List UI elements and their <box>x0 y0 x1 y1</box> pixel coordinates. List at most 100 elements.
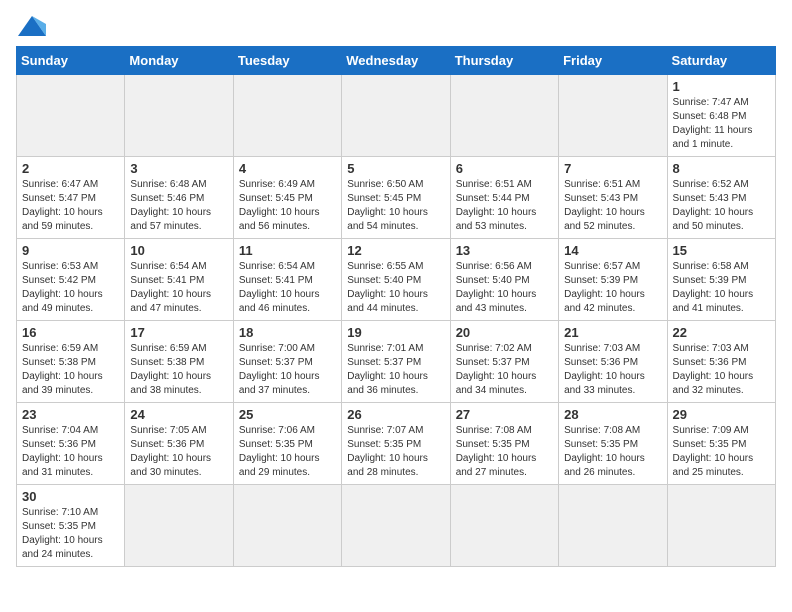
calendar-day-cell <box>125 75 233 157</box>
day-info: Sunrise: 6:56 AM Sunset: 5:40 PM Dayligh… <box>456 260 553 316</box>
calendar-day-cell: 29 Sunrise: 7:09 AM Sunset: 5:35 PM Dayli… <box>667 403 775 485</box>
calendar-day-cell: 22Sunrise: 7:03 AM Sunset: 5:36 PM Dayli… <box>667 321 775 403</box>
calendar-day-cell: 3Sunrise: 6:48 AM Sunset: 5:46 PM Daylig… <box>125 157 233 239</box>
day-info: Sunrise: 6:58 AM Sunset: 5:39 PM Dayligh… <box>673 260 770 316</box>
calendar-day-cell: 11 Sunrise: 6:54 AM Sunset: 5:41 PM Dayli… <box>233 239 341 321</box>
calendar-day-cell: 4Sunrise: 6:49 AM Sunset: 5:45 PM Daylig… <box>233 157 341 239</box>
day-number: 21 <box>564 325 661 340</box>
day-number: 25 <box>239 407 336 422</box>
day-number: 26 <box>347 407 444 422</box>
day-of-week-header: Tuesday <box>233 47 341 75</box>
day-info: Sunrise: 6:55 AM Sunset: 5:40 PM Dayligh… <box>347 260 444 316</box>
calendar-day-cell: 16 Sunrise: 6:59 AM Sunset: 5:38 PM Dayli… <box>17 321 125 403</box>
day-info: Sunrise: 7:09 AM Sunset: 5:35 PM Dayligh… <box>673 424 770 480</box>
day-number: 27 <box>456 407 553 422</box>
day-number: 28 <box>564 407 661 422</box>
calendar-table: SundayMondayTuesdayWednesdayThursdayFrid… <box>16 46 776 567</box>
day-info: Sunrise: 7:00 AM Sunset: 5:37 PM Dayligh… <box>239 342 336 398</box>
day-number: 23 <box>22 407 119 422</box>
day-number: 3 <box>130 161 227 176</box>
logo-icon <box>18 16 46 36</box>
day-number: 30 <box>22 489 119 504</box>
calendar-week-row: 16 Sunrise: 6:59 AM Sunset: 5:38 PM Dayli… <box>17 321 776 403</box>
calendar-day-cell: 13Sunrise: 6:56 AM Sunset: 5:40 PM Dayli… <box>450 239 558 321</box>
calendar-day-cell: 14 Sunrise: 6:57 AM Sunset: 5:39 PM Dayli… <box>559 239 667 321</box>
day-info: Sunrise: 6:54 AM Sunset: 5:41 PM Dayligh… <box>239 260 336 316</box>
calendar-day-cell: 30Sunrise: 7:10 AM Sunset: 5:35 PM Dayli… <box>17 485 125 567</box>
calendar-day-cell <box>450 485 558 567</box>
day-of-week-header: Monday <box>125 47 233 75</box>
calendar-day-cell: 8 Sunrise: 6:52 AM Sunset: 5:43 PM Daylig… <box>667 157 775 239</box>
calendar-day-cell <box>559 75 667 157</box>
calendar-day-cell <box>342 75 450 157</box>
calendar-day-cell: 21Sunrise: 7:03 AM Sunset: 5:36 PM Dayli… <box>559 321 667 403</box>
day-number: 11 <box>239 243 336 258</box>
day-number: 16 <box>22 325 119 340</box>
day-info: Sunrise: 7:47 AM Sunset: 6:48 PM Dayligh… <box>673 96 770 152</box>
day-number: 2 <box>22 161 119 176</box>
day-info: Sunrise: 6:51 AM Sunset: 5:43 PM Dayligh… <box>564 178 661 234</box>
day-of-week-header: Saturday <box>667 47 775 75</box>
day-number: 4 <box>239 161 336 176</box>
day-info: Sunrise: 7:08 AM Sunset: 5:35 PM Dayligh… <box>564 424 661 480</box>
day-info: Sunrise: 6:51 AM Sunset: 5:44 PM Dayligh… <box>456 178 553 234</box>
calendar-day-cell <box>125 485 233 567</box>
day-number: 1 <box>673 79 770 94</box>
calendar-day-cell <box>233 75 341 157</box>
calendar-week-row: 23 Sunrise: 7:04 AM Sunset: 5:36 PM Dayli… <box>17 403 776 485</box>
day-info: Sunrise: 6:54 AM Sunset: 5:41 PM Dayligh… <box>130 260 227 316</box>
day-number: 5 <box>347 161 444 176</box>
day-number: 17 <box>130 325 227 340</box>
calendar-day-cell: 12Sunrise: 6:55 AM Sunset: 5:40 PM Dayli… <box>342 239 450 321</box>
calendar-day-cell: 24 Sunrise: 7:05 AM Sunset: 5:36 PM Dayli… <box>125 403 233 485</box>
calendar-week-row: 30Sunrise: 7:10 AM Sunset: 5:35 PM Dayli… <box>17 485 776 567</box>
day-number: 19 <box>347 325 444 340</box>
day-info: Sunrise: 7:01 AM Sunset: 5:37 PM Dayligh… <box>347 342 444 398</box>
calendar-day-cell: 2Sunrise: 6:47 AM Sunset: 5:47 PM Daylig… <box>17 157 125 239</box>
calendar-day-cell: 15 Sunrise: 6:58 AM Sunset: 5:39 PM Dayli… <box>667 239 775 321</box>
day-info: Sunrise: 6:59 AM Sunset: 5:38 PM Dayligh… <box>130 342 227 398</box>
day-number: 6 <box>456 161 553 176</box>
calendar-day-cell: 26 Sunrise: 7:07 AM Sunset: 5:35 PM Dayli… <box>342 403 450 485</box>
day-number: 24 <box>130 407 227 422</box>
calendar-body: 1 Sunrise: 7:47 AM Sunset: 6:48 PM Daylig… <box>17 75 776 567</box>
calendar-day-cell <box>450 75 558 157</box>
day-number: 10 <box>130 243 227 258</box>
calendar-day-cell: 19 Sunrise: 7:01 AM Sunset: 5:37 PM Dayli… <box>342 321 450 403</box>
day-info: Sunrise: 7:06 AM Sunset: 5:35 PM Dayligh… <box>239 424 336 480</box>
calendar-day-cell <box>667 485 775 567</box>
calendar-day-cell: 1 Sunrise: 7:47 AM Sunset: 6:48 PM Daylig… <box>667 75 775 157</box>
calendar-day-cell: 25 Sunrise: 7:06 AM Sunset: 5:35 PM Dayli… <box>233 403 341 485</box>
calendar-week-row: 1 Sunrise: 7:47 AM Sunset: 6:48 PM Daylig… <box>17 75 776 157</box>
calendar-day-cell: 6 Sunrise: 6:51 AM Sunset: 5:44 PM Daylig… <box>450 157 558 239</box>
day-info: Sunrise: 7:04 AM Sunset: 5:36 PM Dayligh… <box>22 424 119 480</box>
day-of-week-header: Thursday <box>450 47 558 75</box>
day-info: Sunrise: 6:59 AM Sunset: 5:38 PM Dayligh… <box>22 342 119 398</box>
day-number: 9 <box>22 243 119 258</box>
day-number: 20 <box>456 325 553 340</box>
day-info: Sunrise: 6:57 AM Sunset: 5:39 PM Dayligh… <box>564 260 661 316</box>
day-of-week-header: Friday <box>559 47 667 75</box>
day-number: 18 <box>239 325 336 340</box>
calendar-day-cell: 17 Sunrise: 6:59 AM Sunset: 5:38 PM Dayli… <box>125 321 233 403</box>
calendar-day-cell: 27Sunrise: 7:08 AM Sunset: 5:35 PM Dayli… <box>450 403 558 485</box>
calendar-header: SundayMondayTuesdayWednesdayThursdayFrid… <box>17 47 776 75</box>
day-info: Sunrise: 7:07 AM Sunset: 5:35 PM Dayligh… <box>347 424 444 480</box>
day-info: Sunrise: 7:05 AM Sunset: 5:36 PM Dayligh… <box>130 424 227 480</box>
day-info: Sunrise: 6:53 AM Sunset: 5:42 PM Dayligh… <box>22 260 119 316</box>
calendar-day-cell: 18 Sunrise: 7:00 AM Sunset: 5:37 PM Dayli… <box>233 321 341 403</box>
day-info: Sunrise: 7:03 AM Sunset: 5:36 PM Dayligh… <box>673 342 770 398</box>
day-number: 14 <box>564 243 661 258</box>
calendar-day-cell: 7Sunrise: 6:51 AM Sunset: 5:43 PM Daylig… <box>559 157 667 239</box>
days-of-week-row: SundayMondayTuesdayWednesdayThursdayFrid… <box>17 47 776 75</box>
day-info: Sunrise: 7:02 AM Sunset: 5:37 PM Dayligh… <box>456 342 553 398</box>
day-info: Sunrise: 6:50 AM Sunset: 5:45 PM Dayligh… <box>347 178 444 234</box>
calendar-day-cell <box>559 485 667 567</box>
calendar-day-cell <box>17 75 125 157</box>
page-header <box>16 16 776 36</box>
day-number: 8 <box>673 161 770 176</box>
day-number: 15 <box>673 243 770 258</box>
calendar-day-cell <box>233 485 341 567</box>
day-info: Sunrise: 6:52 AM Sunset: 5:43 PM Dayligh… <box>673 178 770 234</box>
day-number: 29 <box>673 407 770 422</box>
